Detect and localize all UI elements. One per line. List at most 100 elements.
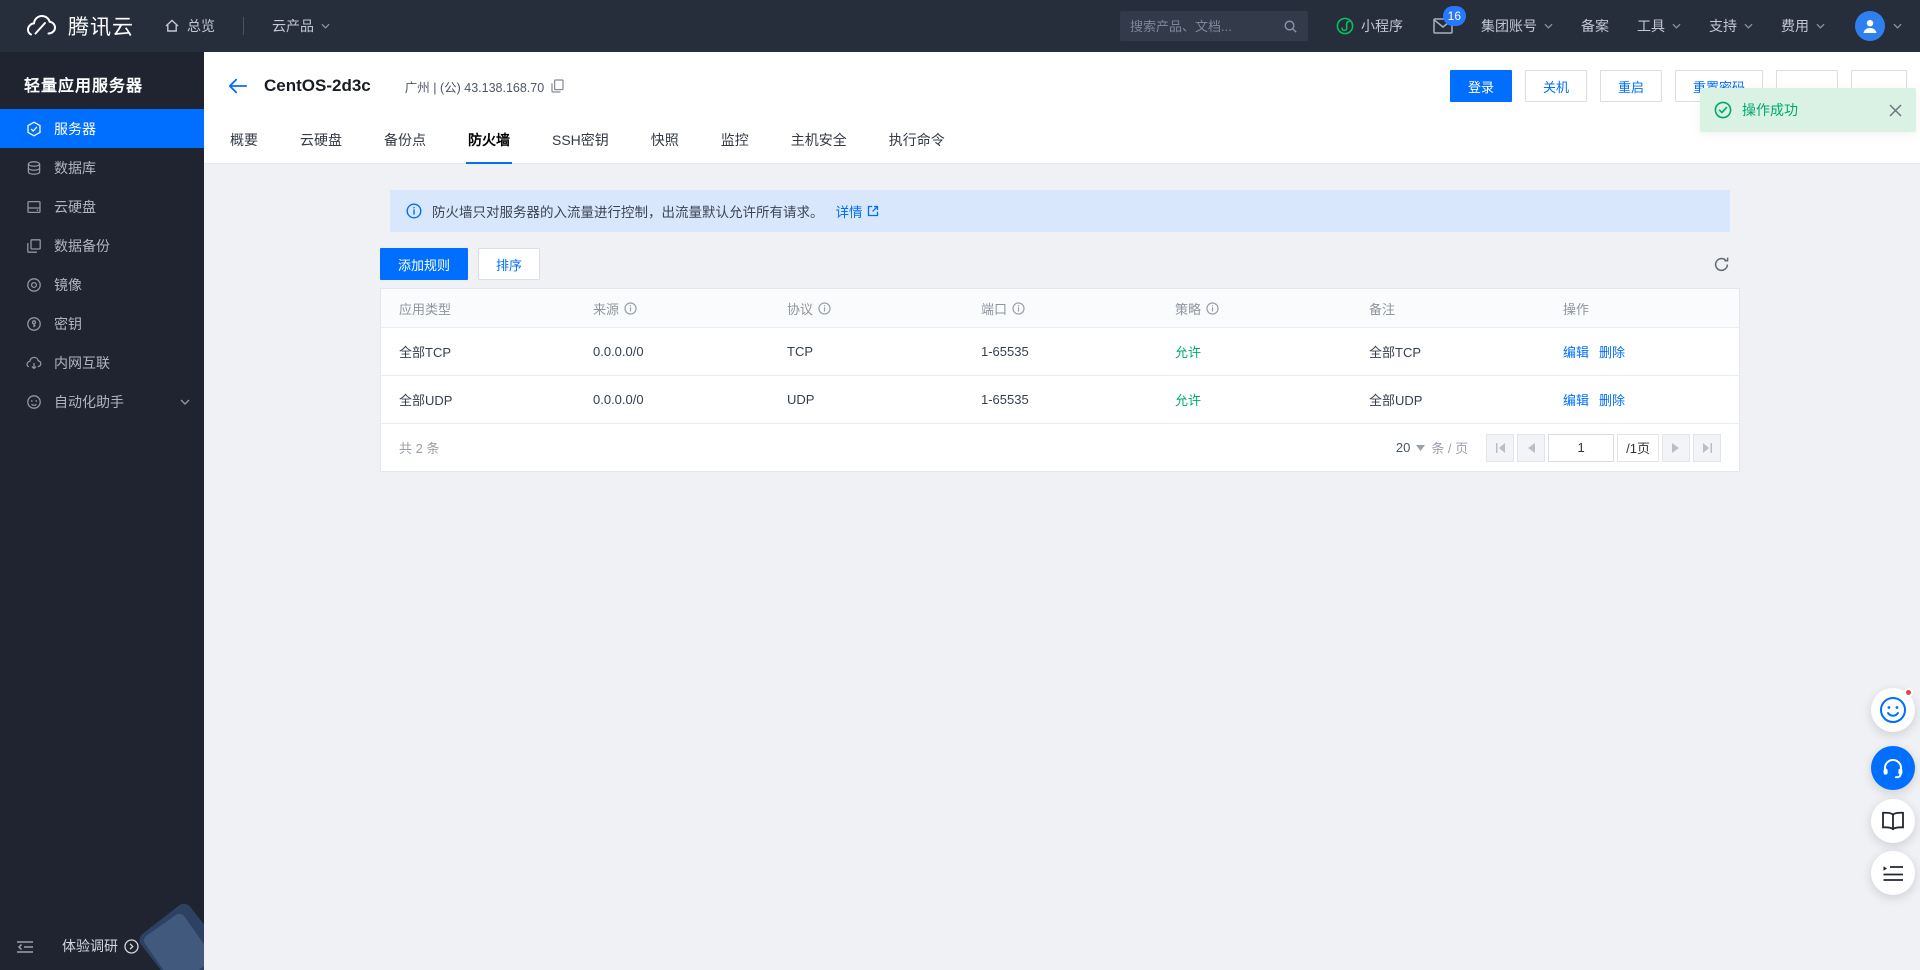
nav-icp[interactable]: 备案 [1581,16,1609,36]
database-icon [26,160,42,176]
tab-firewall[interactable]: 防火墙 [466,120,512,164]
nav-support[interactable]: 支持 [1709,16,1753,36]
chevron-down-icon[interactable] [1893,23,1902,29]
message-count-badge: 16 [1442,6,1466,26]
tencent-cloud-logo[interactable]: 腾讯云 [0,11,164,41]
disk-icon [26,199,42,215]
mirror-icon [26,277,42,293]
delete-link[interactable]: 删除 [1599,390,1625,409]
nav-billing[interactable]: 费用 [1781,16,1825,36]
add-rule-button[interactable]: 添加规则 [380,248,469,280]
col-app-type: 应用类型 [399,301,452,317]
col-actions: 操作 [1563,301,1590,317]
info-banner: 防火墙只对服务器的入流量进行控制，出流量默认允许所有请求。 详情 [390,190,1730,232]
info-icon[interactable] [818,301,831,315]
nav-tools[interactable]: 工具 [1637,16,1681,36]
tab-backup-point[interactable]: 备份点 [382,120,428,163]
sidebar-item-automation-assistant[interactable]: 自动化助手 [0,382,204,421]
page-size-select[interactable]: 20 条 / 页 [1396,438,1468,457]
detail-tabs: 概要 云硬盘 备份点 防火墙 SSH密钥 快照 监控 主机安全 执行命令 [204,120,1920,164]
sidebar-item-cloud-disk[interactable]: 云硬盘 [0,187,204,226]
sidebar-footer: 体验调研 [0,900,204,970]
edit-link[interactable]: 编辑 [1563,390,1589,409]
tab-cloud-disk[interactable]: 云硬盘 [298,120,344,163]
sidebar-item-images[interactable]: 镜像 [0,265,204,304]
backup-icon [26,238,42,254]
outline-button[interactable] [1871,851,1915,895]
home-icon [164,18,180,34]
support-chat-button[interactable] [1871,746,1915,790]
feedback-button[interactable] [1871,688,1915,732]
tab-overview[interactable]: 概要 [228,120,260,163]
cell-actions: 编辑 删除 [1545,328,1739,375]
sidebar-item-private-network[interactable]: 内网互联 [0,343,204,382]
edit-link[interactable]: 编辑 [1563,342,1589,361]
copy-icon[interactable] [551,79,564,93]
assistant-icon [26,394,42,410]
info-icon[interactable] [624,301,637,315]
chevron-down-icon [1744,23,1753,29]
messages-button[interactable]: 16 [1433,6,1466,34]
info-icon [406,203,422,219]
table-footer: 共 2 条 20 条 / 页 1 /1页 [381,423,1739,471]
chevron-down-icon [1544,23,1553,29]
prev-page-button[interactable] [1517,433,1546,462]
sidebar-title: 轻量应用服务器 [24,78,144,95]
info-icon[interactable] [1206,301,1219,315]
sidebar-item-servers[interactable]: 服务器 [0,109,204,148]
page-number-input[interactable] [1548,433,1615,462]
sort-button[interactable]: 排序 [478,248,541,280]
toast-message: 操作成功 [1742,102,1798,118]
back-button[interactable] [228,77,248,95]
sidebar-item-ssh-keys[interactable]: 密钥 [0,304,204,343]
avatar[interactable] [1855,11,1885,41]
restart-button[interactable]: 重启 [1599,70,1662,102]
key-icon [26,316,42,332]
headset-icon [1883,759,1903,779]
shutdown-button[interactable]: 关机 [1524,70,1587,102]
firewall-rules-table: 应用类型 来源 协议 端口 策略 备注 操作 全部TCP 0.0.0.0/0 T… [380,288,1740,472]
login-button[interactable]: 登录 [1449,70,1512,102]
tab-ssh-key[interactable]: SSH密钥 [550,120,611,163]
info-icon[interactable] [1012,301,1025,315]
last-page-button[interactable] [1693,433,1721,462]
mini-program-icon [1336,17,1354,35]
search-box[interactable] [1120,11,1308,41]
network-icon [26,355,42,371]
first-page-button[interactable] [1486,433,1515,462]
nav-overview[interactable]: 总览 [164,16,215,36]
cell-protocol: TCP [787,344,813,359]
banner-details-link[interactable]: 详情 [836,201,879,221]
nav-cloud-products[interactable]: 云产品 [272,16,330,36]
arrow-circle-icon [124,938,139,954]
nav-mini-program[interactable]: 小程序 [1336,16,1403,36]
topbar-divider [243,17,244,35]
cell-note: 全部UDP [1369,393,1423,408]
tab-host-security[interactable]: 主机安全 [789,120,849,163]
delete-link[interactable]: 删除 [1599,342,1625,361]
firewall-content: 防火墙只对服务器的入流量进行控制，出流量默认允许所有请求。 详情 添加规则 排序… [204,164,1920,472]
tab-snapshot[interactable]: 快照 [649,120,681,163]
search-icon[interactable] [1283,19,1298,34]
banner-text: 防火墙只对服务器的入流量进行控制，出流量默认允许所有请求。 [432,205,824,220]
page-total-label: /1页 [1617,433,1659,462]
chevron-down-icon [180,399,190,405]
cell-port: 1-65535 [981,392,1029,407]
smiley-icon [1880,697,1906,723]
sidebar-collapse-button[interactable] [16,940,34,954]
survey-link[interactable]: 体验调研 [62,936,139,956]
cell-port: 1-65535 [981,344,1029,359]
tab-monitor[interactable]: 监控 [719,120,751,163]
refresh-icon[interactable] [1713,256,1730,273]
sidebar-item-data-backup[interactable]: 数据备份 [0,226,204,265]
tab-run-command[interactable]: 执行命令 [887,120,947,163]
close-icon[interactable] [1889,103,1902,117]
docs-button[interactable] [1871,799,1915,843]
main-area: CentOS-2d3c 广州 | (公) 43.138.168.70 登录 关机… [204,52,1920,970]
pagination: /1页 [1486,433,1721,462]
search-input[interactable] [1130,18,1283,34]
sidebar-item-database[interactable]: 数据库 [0,148,204,187]
topbar: 腾讯云 总览 云产品 小程序 16 集团账号 备案 工具 支持 [0,0,1920,52]
next-page-button[interactable] [1662,433,1690,462]
nav-group-account[interactable]: 集团账号 [1481,16,1553,36]
